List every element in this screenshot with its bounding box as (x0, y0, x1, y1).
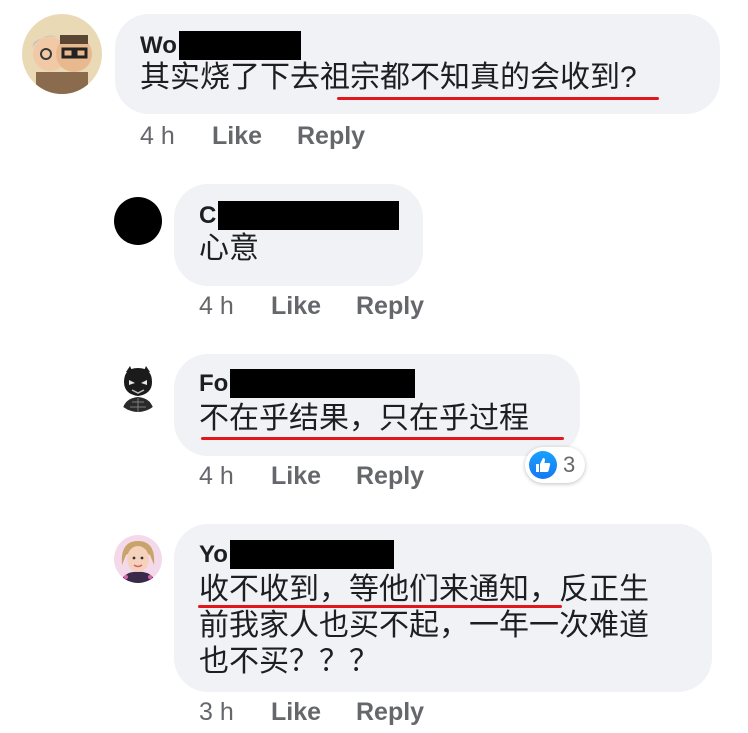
author-name[interactable]: C (199, 203, 216, 228)
comment-text-line-3: 也不买？？？ (199, 645, 379, 678)
comment-text: 不在乎结果，只在乎过程 (199, 402, 529, 435)
reply-button[interactable]: Reply (356, 462, 424, 491)
comment-actions: 4 h Like Reply (199, 462, 424, 491)
comment-actions: 4 h Like Reply (199, 292, 424, 321)
timestamp[interactable]: 3 h (199, 698, 271, 727)
author-name[interactable]: Wo (140, 33, 177, 58)
red-underline (198, 605, 562, 608)
author-name[interactable]: Fo (199, 371, 228, 396)
timestamp[interactable]: 4 h (199, 462, 271, 491)
comment-actions: 3 h Like Reply (199, 698, 424, 727)
redaction-bar (229, 540, 394, 569)
like-icon (529, 451, 557, 479)
comment-author[interactable]: Yo (199, 540, 394, 569)
reply-button[interactable]: Reply (356, 698, 424, 727)
redaction-bar (230, 369, 416, 398)
red-underline (201, 437, 564, 440)
comment-author[interactable]: Wo (140, 31, 301, 60)
avatar-black-panther[interactable] (114, 364, 162, 412)
comment-author[interactable]: C (199, 201, 400, 230)
like-button[interactable]: Like (212, 122, 297, 151)
avatar-woman[interactable] (114, 535, 162, 583)
redaction-bar (218, 201, 400, 230)
like-button[interactable]: Like (271, 292, 356, 321)
red-underline (337, 97, 659, 100)
comment-text: 其实烧了下去祖宗都不知真的会收到? (140, 61, 637, 94)
redaction-bar (178, 31, 301, 60)
timestamp[interactable]: 4 h (140, 122, 212, 151)
reaction-badge[interactable]: 3 (525, 447, 586, 483)
like-button[interactable]: Like (271, 462, 356, 491)
author-name[interactable]: Yo (199, 542, 228, 567)
avatar-couple[interactable] (22, 14, 102, 94)
comment-author[interactable]: Fo (199, 369, 416, 398)
comment-actions: 4 h Like Reply (140, 122, 365, 151)
reply-button[interactable]: Reply (356, 292, 424, 321)
reply-button[interactable]: Reply (297, 122, 365, 151)
comment-text: 心意 (199, 232, 259, 265)
comment-text-line-1: 收不收到，等他们来通知，反正生 (199, 573, 649, 606)
like-button[interactable]: Like (271, 698, 356, 727)
comment-text-line-2: 前我家人也买不起，一年一次难道 (199, 609, 649, 642)
reaction-count: 3 (563, 452, 576, 477)
timestamp[interactable]: 4 h (199, 292, 271, 321)
avatar-black[interactable] (114, 197, 162, 245)
